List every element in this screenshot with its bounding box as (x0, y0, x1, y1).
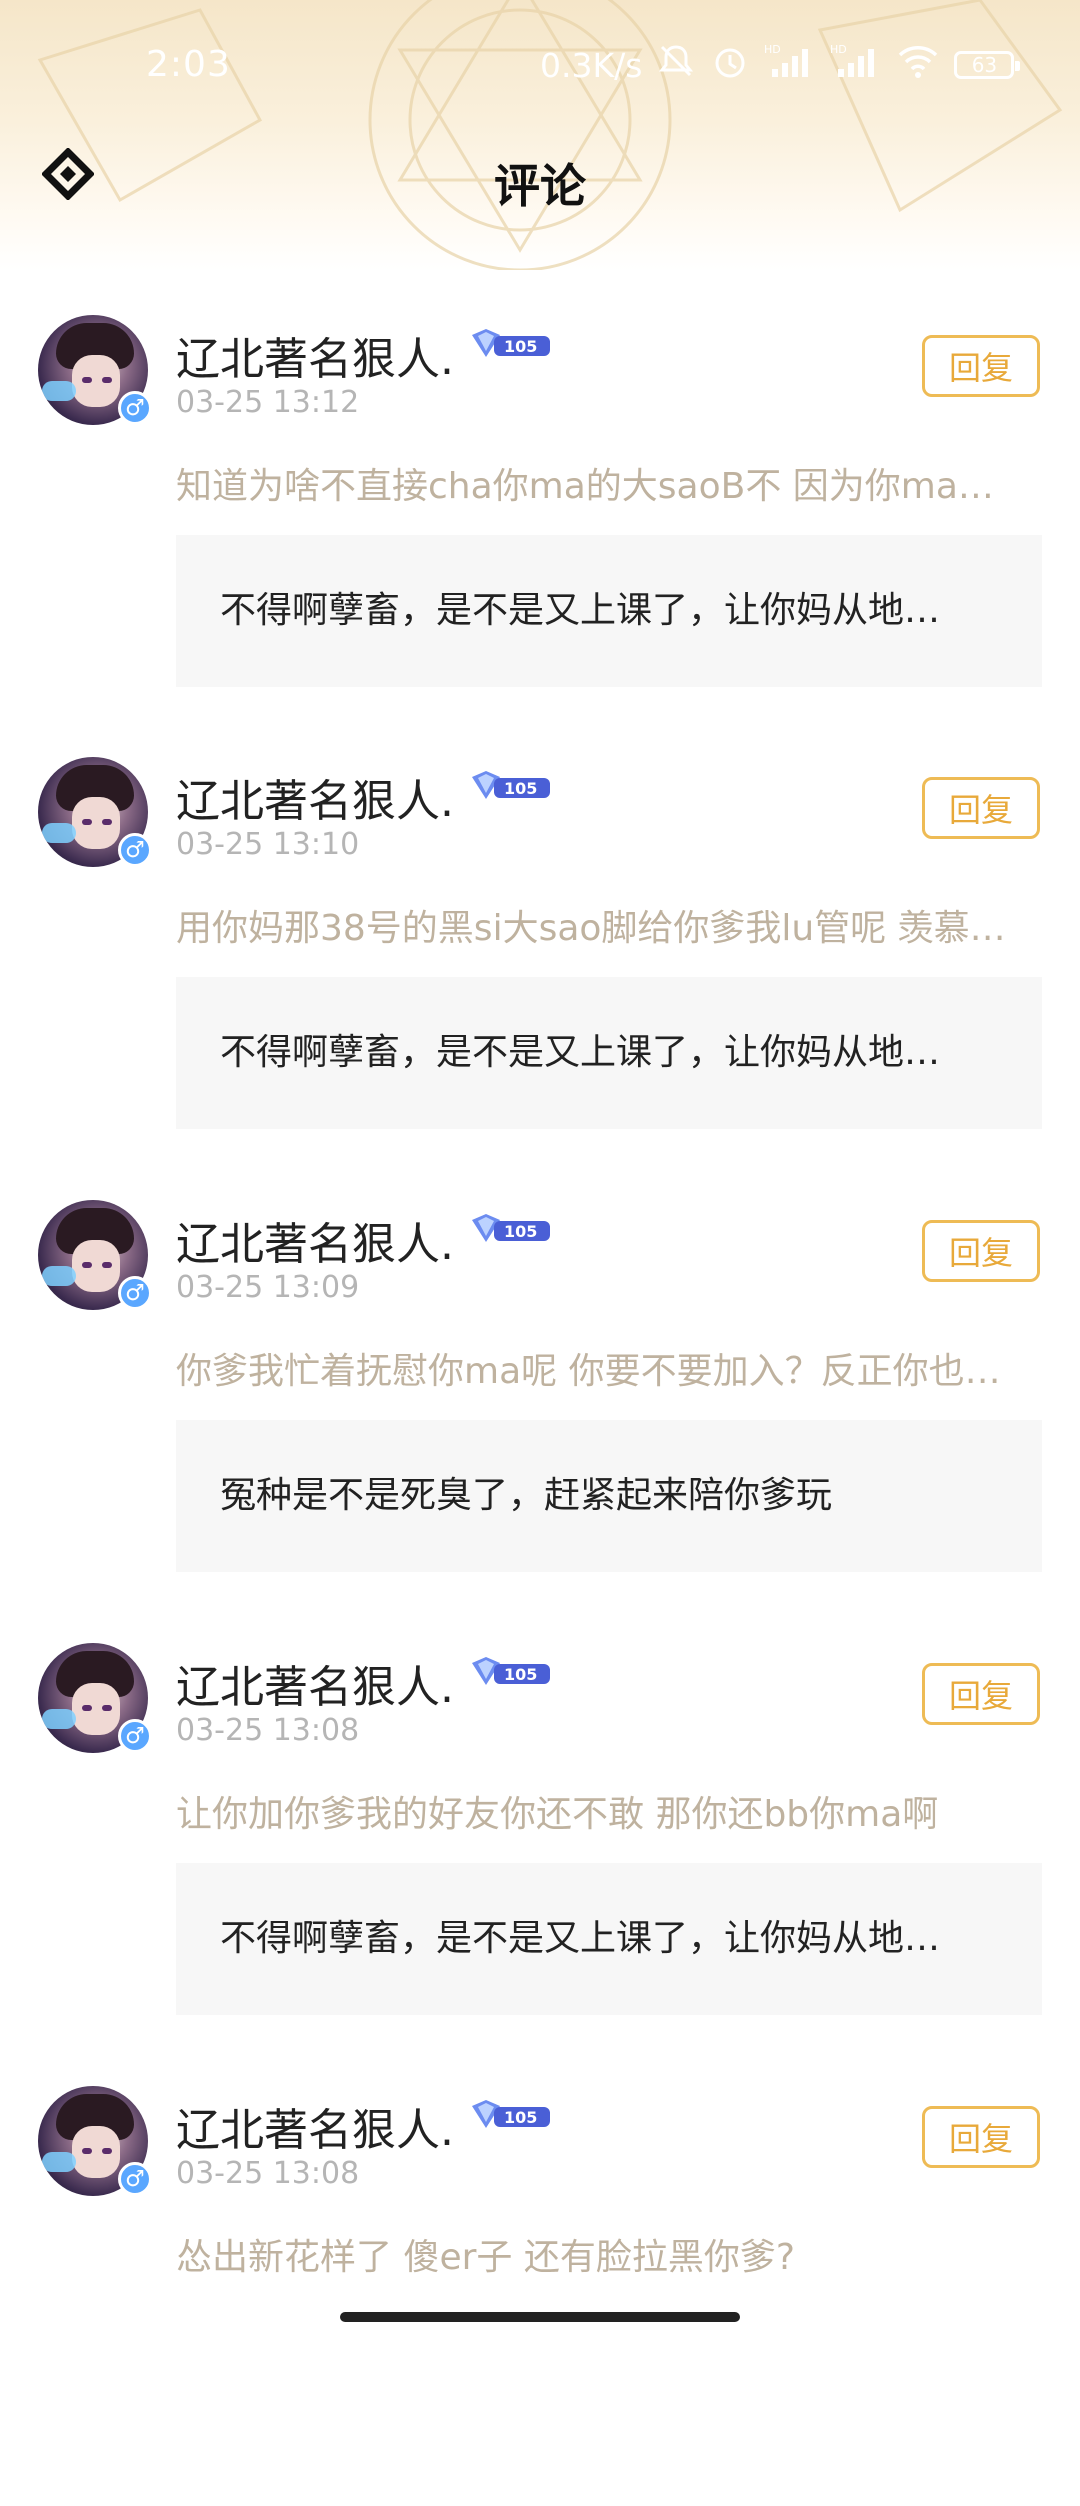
male-icon: ♂ (118, 391, 152, 425)
alarm-icon (710, 41, 750, 90)
username[interactable]: 辽北著名狠人. (176, 2094, 454, 2158)
quoted-text: 不得啊孽畜，是不是又上课了，让你妈从地… (220, 1918, 941, 1959)
level-badge: 105 (468, 327, 554, 363)
level-number: 105 (504, 1222, 537, 1241)
comment-text[interactable]: 让你加你爹我的好友你还不敢 那你还bb你ma啊 (176, 1785, 1012, 1837)
quoted-text: 不得啊孽畜，是不是又上课了，让你妈从地… (220, 1032, 941, 1073)
male-icon: ♂ (118, 1719, 152, 1753)
male-icon: ♂ (118, 833, 152, 867)
timestamp: 03-25 13:08 (176, 1713, 360, 1748)
quoted-text: 冤种是不是死臭了，赶紧起来陪你爹玩 (220, 1475, 833, 1516)
male-icon: ♂ (118, 1276, 152, 1310)
level-number: 105 (504, 2108, 537, 2127)
comment-text[interactable]: 用你妈那38号的黑si大sao脚给你爹我lu管呢 羡慕… (176, 899, 1012, 951)
reply-button[interactable]: 回复 (922, 2106, 1040, 2168)
reply-button[interactable]: 回复 (922, 1663, 1040, 1725)
status-bar: 2:03 0.3K/s HD HD 63 (0, 0, 1080, 130)
quoted-comment[interactable]: 不得啊孽畜，是不是又上课了，让你妈从地… (176, 535, 1042, 687)
level-number: 105 (504, 1665, 537, 1684)
comment-text[interactable]: 怂出新花样了 傻er子 还有脸拉黑你爹? (176, 2228, 1012, 2280)
wifi-icon (896, 41, 940, 90)
comment-item: ♂ 辽北著名狠人. 105 03-25 13:09 回复 你爹我忙着抚慰你ma呢… (0, 1180, 1080, 1620)
male-icon: ♂ (118, 2162, 152, 2196)
comment-item: ♂ 辽北著名狠人. 105 03-25 13:10 回复 用你妈那38号的黑si… (0, 737, 1080, 1177)
home-indicator[interactable] (340, 2312, 740, 2322)
battery-icon: 63 (954, 51, 1021, 79)
timestamp: 03-25 13:08 (176, 2156, 360, 2191)
comment-item: ♂ 辽北著名狠人. 105 03-25 13:08 回复 怂出新花样了 傻er子… (0, 2066, 1080, 2506)
status-time: 2:03 (146, 44, 231, 85)
status-icons: 0.3K/s HD HD 63 (540, 41, 1021, 90)
page-title: 评论 (494, 159, 586, 213)
comment-item: ♂ 辽北著名狠人. 105 03-25 13:12 回复 知道为啥不直接cha你… (0, 295, 1080, 735)
reply-button[interactable]: 回复 (922, 777, 1040, 839)
reply-button[interactable]: 回复 (922, 335, 1040, 397)
reply-button[interactable]: 回复 (922, 1220, 1040, 1282)
comment-item: ♂ 辽北著名狠人. 105 03-25 13:08 回复 让你加你爹我的好友你还… (0, 1623, 1080, 2063)
comment-text[interactable]: 知道为啥不直接cha你ma的大saoB不 因为你ma… (176, 457, 1012, 509)
timestamp: 03-25 13:09 (176, 1270, 360, 1305)
svg-text:HD: HD (764, 43, 781, 56)
comment-text[interactable]: 你爹我忙着抚慰你ma呢 你要不要加入？反正你也… (176, 1342, 1012, 1394)
quoted-comment[interactable]: 不得啊孽畜，是不是又上课了，让你妈从地… (176, 1863, 1042, 2015)
timestamp: 03-25 13:10 (176, 827, 360, 862)
signal-hd-icon: HD (764, 41, 816, 90)
level-badge: 105 (468, 2098, 554, 2134)
level-badge: 105 (468, 1212, 554, 1248)
level-badge: 105 (468, 1655, 554, 1691)
signal-hd-icon: HD (830, 41, 882, 90)
timestamp: 03-25 13:12 (176, 385, 360, 420)
username[interactable]: 辽北著名狠人. (176, 323, 454, 387)
network-speed: 0.3K/s (540, 45, 643, 85)
navigation-bar: 评论 (0, 130, 1080, 230)
username[interactable]: 辽北著名狠人. (176, 1208, 454, 1272)
svg-text:HD: HD (830, 43, 847, 56)
quoted-text: 不得啊孽畜，是不是又上课了，让你妈从地… (220, 590, 941, 631)
level-number: 105 (504, 337, 537, 356)
mute-bell-icon (656, 41, 696, 90)
level-number: 105 (504, 779, 537, 798)
username[interactable]: 辽北著名狠人. (176, 1651, 454, 1715)
level-badge: 105 (468, 769, 554, 805)
quoted-comment[interactable]: 不得啊孽畜，是不是又上课了，让你妈从地… (176, 977, 1042, 1129)
quoted-comment[interactable]: 冤种是不是死臭了，赶紧起来陪你爹玩 (176, 1420, 1042, 1572)
username[interactable]: 辽北著名狠人. (176, 765, 454, 829)
